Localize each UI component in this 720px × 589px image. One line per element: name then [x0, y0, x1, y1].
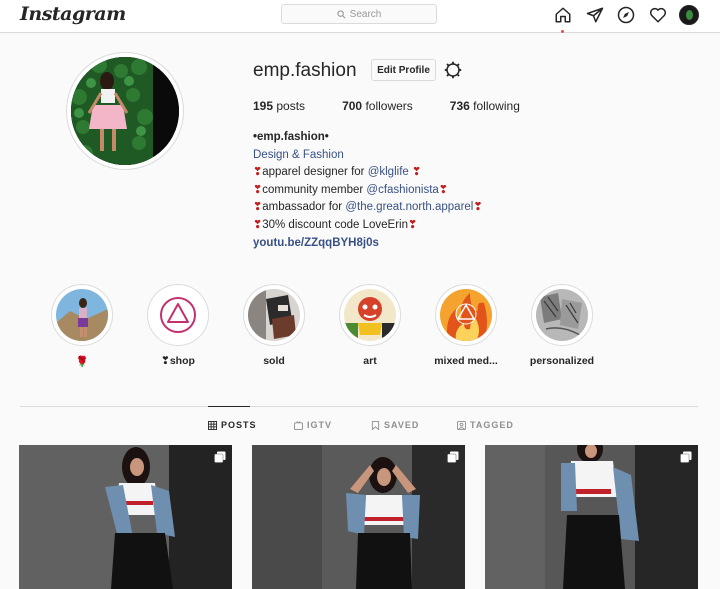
igtv-icon	[294, 420, 303, 430]
bio-line-1: ❣apparel designer for @klglife ❣	[253, 164, 483, 182]
highlight-item[interactable]: mixed med...	[434, 284, 498, 367]
heart-emoji-icon: ❣	[438, 183, 449, 196]
followers-count: 700	[342, 99, 363, 113]
activity-heart-icon[interactable]	[647, 4, 669, 26]
highlight-label: 🌹	[75, 356, 89, 368]
heart-emoji-icon: ❣	[473, 201, 483, 214]
highlight-ring	[243, 284, 305, 346]
home-icon[interactable]	[552, 4, 574, 33]
bio-line-4-text: 30% discount code LoveErin	[262, 218, 408, 231]
explore-icon[interactable]	[615, 4, 637, 26]
grid-icon	[208, 420, 217, 430]
heart-emoji-icon: ❣	[253, 166, 263, 179]
bio-line-3: ❣ambassador for @the.great.north.apparel…	[253, 199, 483, 217]
profile-avatar-ring[interactable]	[66, 52, 184, 170]
bio-line-3-text: ambassador for	[262, 201, 346, 214]
bio-name: •emp.fashion•	[253, 131, 329, 143]
search-placeholder: Search	[349, 8, 382, 20]
top-nav: Instagram Search	[0, 0, 720, 33]
bio-line-4: ❣30% discount code LoveErin❣	[253, 217, 483, 235]
home-notification-dot	[561, 30, 564, 33]
highlight-ring	[339, 284, 401, 346]
search-input[interactable]: Search	[281, 4, 437, 24]
highlight-cover	[152, 289, 204, 341]
tag-icon	[457, 420, 466, 430]
profile-username: emp.fashion	[253, 60, 357, 81]
active-tab-indicator	[208, 406, 250, 407]
bio-line-2: ❣community member @cfashionista❣	[253, 182, 483, 200]
posts-stat: 195 posts	[253, 99, 305, 113]
tab-saved-label: SAVED	[384, 420, 420, 430]
heart-emoji-icon: ❣	[407, 218, 418, 231]
post-thumbnail[interactable]	[19, 445, 232, 589]
highlight-item[interactable]: 🌹	[51, 284, 113, 368]
following-count: 736	[449, 99, 470, 113]
highlight-ring	[147, 284, 209, 346]
settings-gear-icon[interactable]	[444, 61, 462, 79]
nav-icons	[552, 4, 702, 33]
heart-emoji-icon: ❣	[411, 166, 422, 179]
following-label: following	[473, 99, 520, 113]
bio-website-link[interactable]: youtu.be/ZZqqBYH8j0s	[253, 235, 483, 253]
multiple-posts-icon	[680, 451, 692, 463]
post-thumbnail[interactable]	[252, 445, 465, 589]
followers-label: followers	[365, 99, 413, 113]
multiple-posts-icon	[214, 451, 226, 463]
highlight-ring	[435, 284, 497, 346]
post-thumbnail[interactable]	[485, 445, 698, 589]
highlight-item[interactable]: personalized	[530, 284, 594, 367]
mention-link[interactable]: @the.great.north.apparel	[345, 201, 473, 213]
highlight-cover	[440, 289, 492, 341]
tab-tagged-label: TAGGED	[470, 420, 514, 430]
highlight-label: ❣shop	[161, 355, 195, 367]
highlight-cover	[344, 289, 396, 341]
highlight-item[interactable]: sold	[243, 284, 305, 367]
tab-igtv[interactable]: IGTV	[294, 420, 332, 430]
posts-count: 195	[253, 99, 274, 113]
highlight-label: personalized	[529, 355, 595, 367]
highlight-item[interactable]: art	[339, 284, 401, 367]
mention-link[interactable]: @cfashionista	[366, 184, 438, 196]
heart-emoji-icon: ❣	[253, 183, 263, 196]
heart-emoji-icon: ❣	[253, 218, 263, 231]
highlight-item[interactable]: ❣shop	[147, 284, 209, 367]
heart-emoji-icon: ❣	[253, 201, 263, 214]
tabs-divider	[20, 406, 698, 407]
followers-stat[interactable]: 700 followers	[342, 99, 413, 113]
bookmark-icon	[371, 420, 380, 430]
highlight-ring	[51, 284, 113, 346]
tab-posts[interactable]: POSTS	[208, 420, 257, 430]
highlight-label: mixed med...	[434, 355, 498, 367]
highlight-cover	[56, 289, 108, 341]
mention-link[interactable]: @klglife	[368, 166, 409, 178]
direct-messages-icon[interactable]	[584, 4, 606, 26]
profile-avatar	[71, 57, 179, 165]
search-icon	[337, 9, 346, 18]
bio-line-1-text: apparel designer for	[262, 166, 368, 179]
avatar	[679, 5, 699, 25]
highlight-label: sold	[263, 355, 285, 367]
multiple-posts-icon	[447, 451, 459, 463]
tab-tagged[interactable]: TAGGED	[457, 420, 514, 430]
following-stat[interactable]: 736 following	[450, 99, 520, 113]
bio-category: Design & Fashion	[253, 148, 344, 161]
highlight-label: art	[363, 355, 377, 367]
instagram-logo[interactable]: Instagram	[20, 3, 126, 25]
tab-saved[interactable]: SAVED	[371, 420, 419, 430]
profile-stats: 195 posts 700 followers 736 following	[253, 99, 557, 113]
highlight-cover	[536, 289, 588, 341]
posts-label: posts	[276, 99, 306, 113]
tab-posts-label: POSTS	[221, 420, 257, 430]
profile-avatar-nav[interactable]	[678, 4, 700, 26]
highlight-ring	[531, 284, 593, 346]
tab-igtv-label: IGTV	[307, 420, 333, 430]
highlight-cover	[248, 289, 300, 341]
bio-line-2-text: community member	[262, 183, 367, 196]
edit-profile-button[interactable]: Edit Profile	[371, 59, 436, 81]
profile-bio: •emp.fashion• Design & Fashion ❣apparel …	[253, 129, 483, 252]
